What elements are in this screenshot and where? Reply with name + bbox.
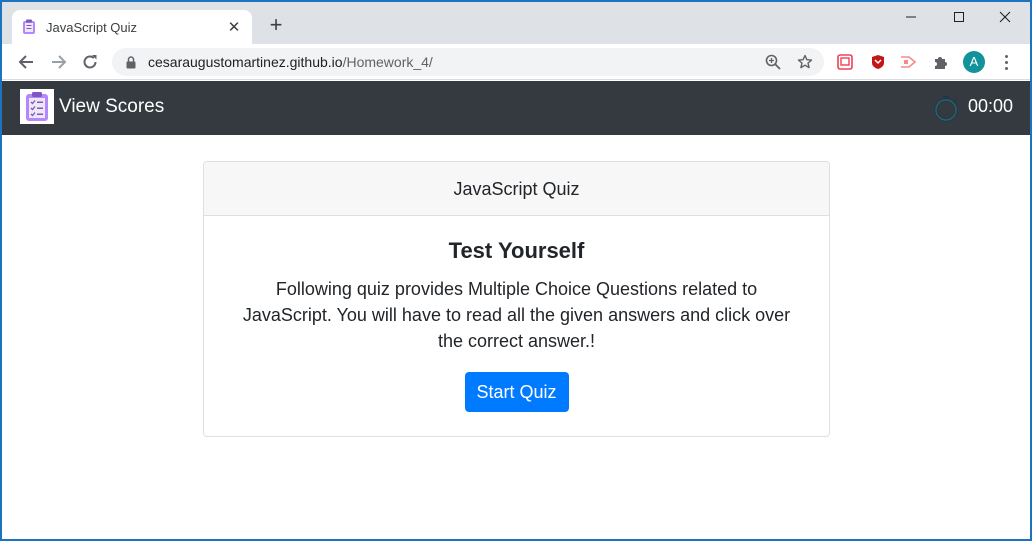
back-arrow-icon[interactable]	[14, 50, 38, 74]
url-path: /Homework_4/	[342, 54, 433, 70]
puzzle-icon[interactable]	[932, 53, 950, 71]
browser-window: JavaScript Quiz ✕ + cesaraugustomartinez…	[2, 2, 1030, 539]
url-text: cesaraugustomartinez.github.io/Homework_…	[148, 54, 433, 70]
mcafee-icon[interactable]	[869, 53, 887, 71]
start-quiz-button[interactable]: Start Quiz	[464, 372, 569, 412]
clipboard-icon[interactable]	[20, 89, 54, 124]
forward-arrow-icon[interactable]	[47, 50, 71, 74]
close-window-icon[interactable]	[982, 2, 1028, 32]
card-header: JavaScript Quiz	[204, 162, 829, 216]
timer-display: 00:00	[968, 96, 1014, 116]
minimize-icon[interactable]	[888, 2, 934, 32]
lock-icon	[126, 55, 136, 68]
star-icon[interactable]	[796, 53, 814, 71]
cast-icon[interactable]	[900, 53, 918, 71]
view-scores-link[interactable]: View Scores	[59, 96, 164, 118]
card-description: Following quiz provides Multiple Choice …	[242, 279, 791, 351]
timer-icon	[934, 96, 958, 122]
maximize-icon[interactable]	[936, 2, 982, 32]
tab-strip: JavaScript Quiz ✕ +	[2, 2, 1030, 44]
tab-title: JavaScript Quiz	[46, 19, 138, 35]
plus-icon[interactable]: +	[264, 14, 288, 38]
address-bar[interactable]: cesaraugustomartinez.github.io/Homework_…	[112, 48, 824, 76]
profile-avatar[interactable]: A	[963, 51, 985, 73]
card-title: Test Yourself	[448, 238, 585, 263]
menu-icon[interactable]	[998, 52, 1014, 72]
zoom-icon[interactable]	[764, 53, 782, 71]
reload-icon[interactable]	[78, 50, 102, 74]
quiz-card: JavaScript Quiz Test Yourself Following …	[203, 161, 830, 437]
page-navbar: View Scores 00:00	[2, 81, 1030, 135]
clipboard-icon	[23, 19, 35, 34]
url-host: cesaraugustomartinez.github.io	[148, 54, 343, 70]
tab-javascript-quiz[interactable]: JavaScript Quiz ✕	[12, 10, 252, 44]
pocket-icon[interactable]	[836, 53, 854, 71]
close-icon[interactable]: ✕	[226, 18, 242, 36]
browser-toolbar: cesaraugustomartinez.github.io/Homework_…	[2, 44, 1030, 80]
